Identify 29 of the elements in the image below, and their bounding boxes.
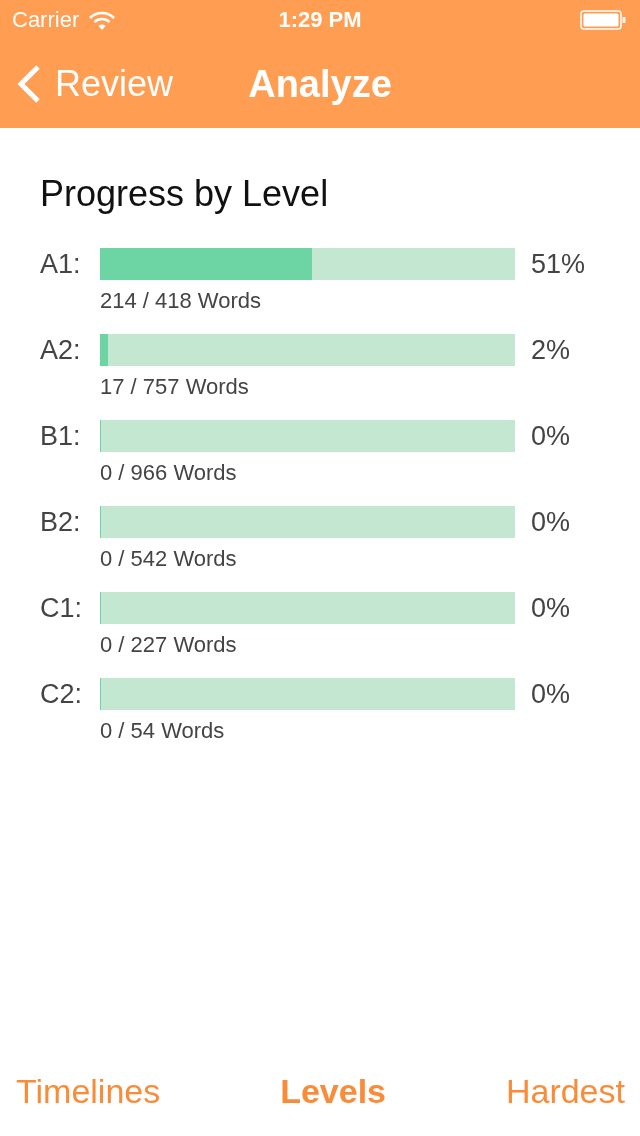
- word-count: 0 / 227 Words: [100, 632, 237, 658]
- tab-button[interactable]: Hardest: [505, 1071, 625, 1111]
- section-title: Progress by Level: [40, 172, 329, 216]
- word-count: 0 / 966 Words: [100, 460, 237, 486]
- status-time: 1:29 PM: [278, 7, 362, 33]
- level-label: B1:: [40, 420, 81, 452]
- percent-text: 0%: [531, 506, 571, 538]
- word-count: 17 / 757 Words: [100, 374, 249, 400]
- word-count: 0 / 542 Words: [100, 546, 237, 572]
- percent-text: 0%: [531, 420, 571, 452]
- tab-button[interactable]: Timelines: [16, 1071, 161, 1111]
- percent-text: 0%: [531, 678, 571, 710]
- carrier-name: Carrier: [12, 7, 80, 33]
- screen-title: Analyze: [248, 62, 392, 106]
- percent-text: 2%: [531, 334, 571, 366]
- level-label: C1:: [40, 592, 83, 624]
- chevron-left-icon: [16, 64, 42, 104]
- level-label: C2:: [40, 678, 83, 710]
- battery-icon: [580, 10, 626, 30]
- word-count: 0 / 54 Words: [100, 718, 225, 744]
- wifi-icon: [89, 10, 116, 30]
- tab-button[interactable]: Levels: [280, 1071, 386, 1111]
- percent-text: 51%: [531, 248, 586, 280]
- level-label: A2:: [40, 334, 81, 366]
- back-button[interactable]: Review: [0, 63, 174, 105]
- word-count: 214 / 418 Words: [100, 288, 262, 314]
- level-label: A1:: [40, 248, 81, 280]
- percent-text: 0%: [531, 592, 571, 624]
- level-label: B2:: [40, 506, 81, 538]
